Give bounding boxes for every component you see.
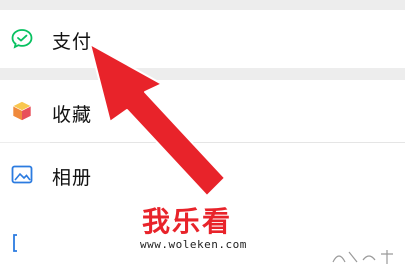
wechat-pay-icon — [10, 27, 34, 51]
album-icon — [10, 163, 34, 187]
menu-item-label: 相册 — [52, 167, 93, 189]
corner-watermark-icon — [332, 250, 393, 264]
menu-item-favorites[interactable]: 收藏 — [0, 80, 405, 142]
cards-icon — [10, 231, 34, 255]
favorites-cube-icon — [10, 99, 34, 123]
watermark-url: www.woleken.com — [140, 238, 247, 251]
menu-item-label: 收藏 — [52, 104, 93, 126]
menu-item-album[interactable]: 相册 — [0, 143, 405, 195]
menu-item-pay[interactable]: 支付 — [0, 10, 405, 68]
top-spacer — [0, 0, 405, 10]
menu-item-label: 支付 — [52, 31, 93, 53]
watermark-brand: 我乐看 — [142, 205, 233, 238]
